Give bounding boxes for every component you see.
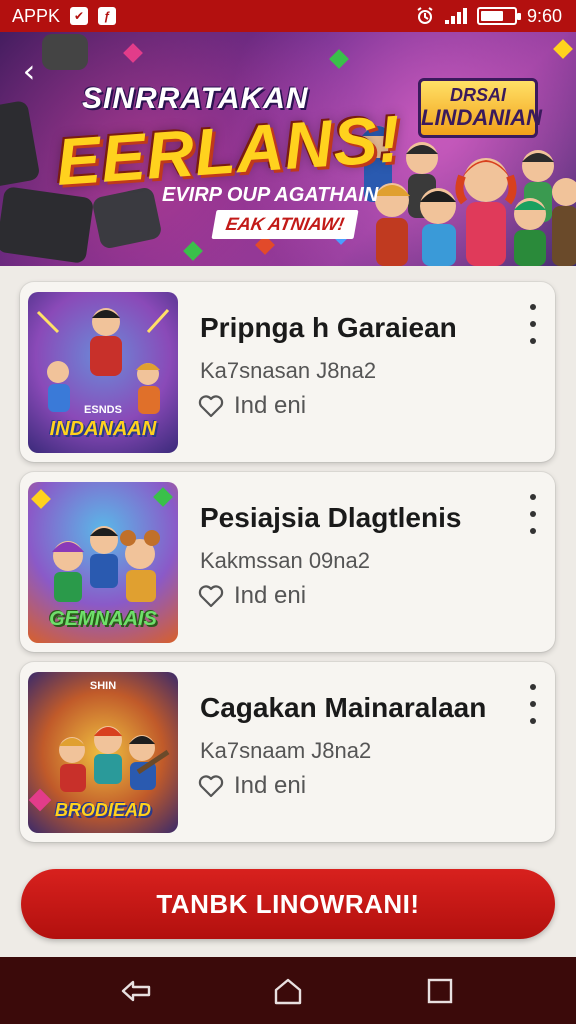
- game-thumbnail: ESNDS INDANAAN: [28, 292, 178, 453]
- favorite-button[interactable]: Ind eni: [198, 392, 306, 420]
- game-list: ESNDS INDANAAN Pripnga h Garaiean Ka7sna…: [20, 282, 556, 852]
- promo-banner[interactable]: ‹ SINRRATAKAN EERLANS! EVIRP OUP AGATHAI…: [0, 32, 576, 266]
- gem-decoration: [183, 241, 203, 261]
- more-dot: [530, 684, 536, 690]
- thumbnail-title: INDANAAN: [49, 418, 157, 440]
- more-options-button[interactable]: [527, 494, 539, 534]
- nav-home-button[interactable]: [268, 971, 308, 1011]
- more-dot: [530, 528, 536, 534]
- heart-icon: [198, 395, 224, 418]
- cta-button[interactable]: TANBK LINOWRANI!: [21, 869, 555, 939]
- game-title: Cagakan Mainaralaan: [200, 692, 487, 723]
- favorite-label: Ind eni: [234, 772, 307, 799]
- banner-subline: EVIRP OUP AGATHAIN: [162, 184, 379, 206]
- more-options-button[interactable]: [527, 304, 539, 344]
- thumbnail-title: BRODIEAD: [54, 800, 151, 820]
- game-subtitle: Ka7snaam J8na2: [200, 738, 372, 763]
- gem-decoration: [329, 49, 349, 69]
- camera-decoration: [0, 99, 41, 189]
- nav-back-button[interactable]: [116, 971, 156, 1011]
- game-title: Pesiajsia Dlagtlenis: [200, 502, 462, 533]
- more-dot: [530, 321, 536, 327]
- recents-icon: [427, 978, 453, 1003]
- status-bar: APPK ✔ ƒ 9:60: [0, 0, 576, 32]
- more-dot: [530, 718, 536, 724]
- favorite-label: Ind eni: [234, 392, 307, 419]
- app-notification-icon: ✔: [70, 7, 89, 25]
- heart-icon: [198, 775, 224, 798]
- gem-decoration: [553, 39, 573, 59]
- app-notification-icon-2: ƒ: [98, 7, 117, 25]
- status-app-label: APPK: [12, 5, 61, 26]
- banner-logo-line2: LINDANIAN: [421, 105, 542, 130]
- game-thumbnail: SHIN BRODIEAD: [28, 672, 178, 833]
- camera-decoration: [42, 34, 88, 70]
- more-dot: [530, 304, 536, 310]
- game-subtitle: Ka7snasan J8na2: [200, 358, 377, 383]
- gem-decoration: [123, 43, 143, 63]
- game-title: Pripnga h Garaiean: [200, 312, 457, 343]
- game-card[interactable]: SHIN BRODIEAD Cagakan Mainaralaan Ka7sna…: [20, 662, 555, 842]
- battery-icon: [476, 7, 521, 25]
- thumbnail-title: GEMNAAIS: [49, 608, 157, 630]
- thumbnail-label: SHIN: [89, 680, 117, 692]
- game-card[interactable]: ESNDS INDANAAN Pripnga h Garaiean Ka7sna…: [20, 282, 555, 462]
- favorite-button[interactable]: Ind eni: [198, 582, 306, 610]
- more-options-button[interactable]: [527, 684, 539, 724]
- more-dot: [530, 494, 536, 500]
- favorite-button[interactable]: Ind eni: [198, 772, 306, 800]
- back-button[interactable]: ‹: [14, 54, 44, 88]
- more-dot: [530, 701, 536, 707]
- thumbnail-label: ESNDS: [84, 404, 122, 416]
- alarm-icon: [417, 7, 433, 24]
- favorite-label: Ind eni: [234, 582, 307, 609]
- back-arrow-icon: [121, 980, 151, 1001]
- nav-recents-button[interactable]: [420, 971, 460, 1011]
- game-card[interactable]: GEMNAAIS Pesiajsia Dlagtlenis Kakmssan 0…: [20, 472, 555, 652]
- status-time: 9:60: [526, 5, 562, 26]
- banner-logo-line1: DRSAI: [449, 85, 506, 105]
- status-right: 9:60: [415, 6, 562, 27]
- navigation-bar: [0, 957, 576, 1024]
- banner-logo: DRSAI LINDANIAN: [418, 78, 542, 138]
- heart-icon: [198, 585, 224, 608]
- more-dot: [530, 511, 536, 517]
- banner-tag: EAK ATNIAW!: [211, 210, 359, 239]
- status-left: APPK ✔ ƒ: [12, 5, 117, 27]
- signal-icon: [444, 8, 467, 24]
- game-thumbnail: GEMNAAIS: [28, 482, 178, 643]
- game-subtitle: Kakmssan 09na2: [200, 548, 370, 573]
- battery-level: [480, 11, 504, 21]
- home-icon: [274, 978, 302, 1004]
- more-dot: [530, 338, 536, 344]
